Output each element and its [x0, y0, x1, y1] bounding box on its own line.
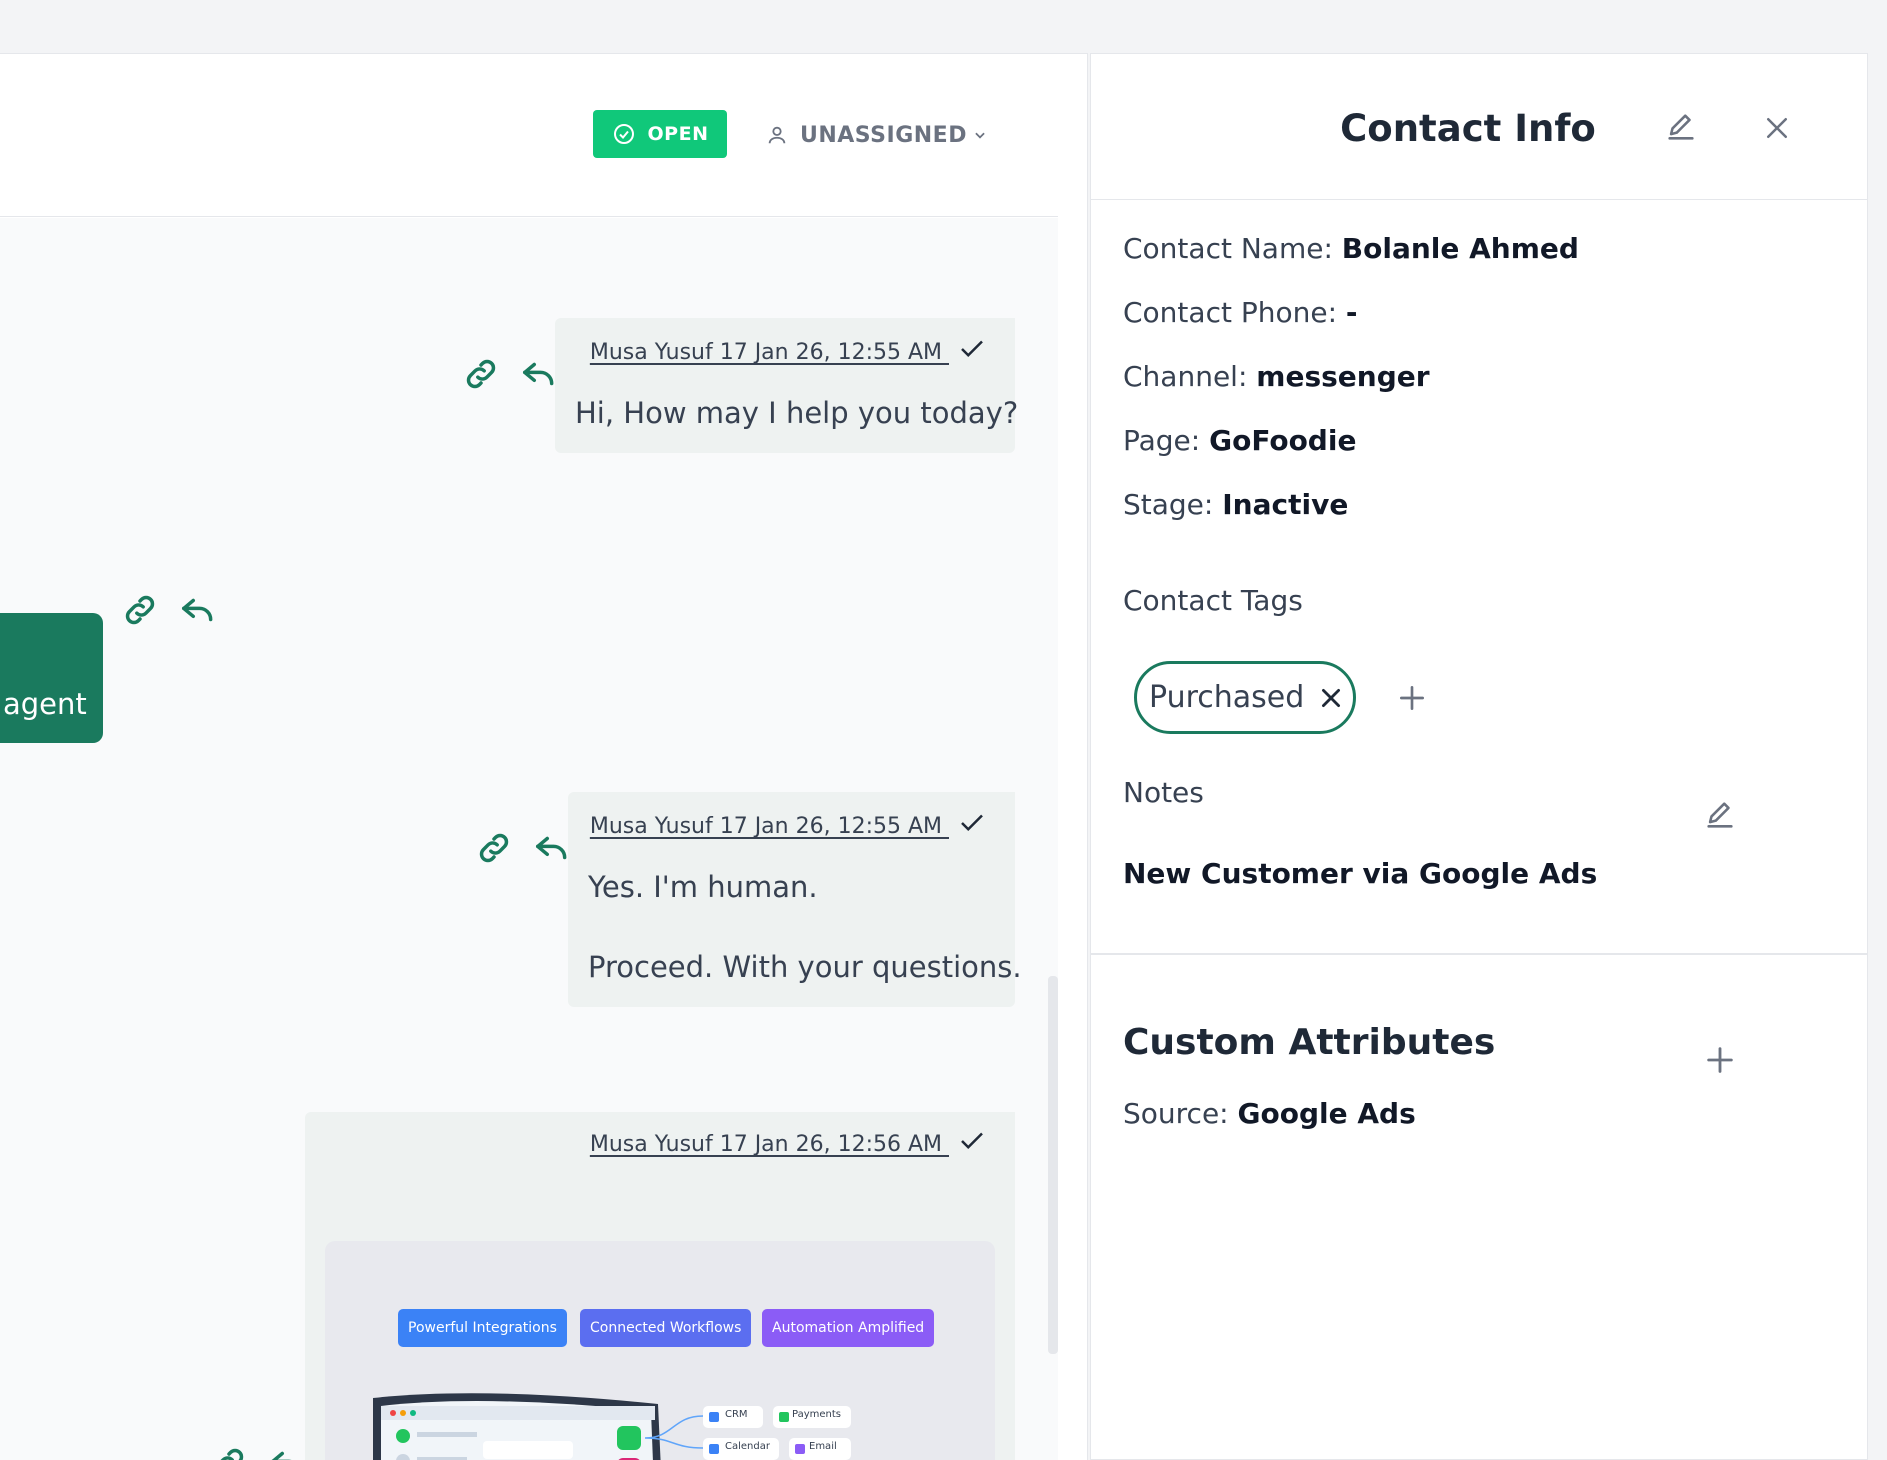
stage-value: Inactive — [1222, 488, 1349, 521]
link-icon[interactable] — [210, 1444, 248, 1460]
link-icon[interactable] — [121, 591, 159, 629]
notes-label: Notes — [1123, 776, 1204, 809]
conversation-panel: OPEN UNASSIGNED Musa Yusuf 17 Jan 26, 12… — [0, 53, 1088, 1460]
panel-title: Contact Info — [1340, 107, 1596, 150]
workflow-illustration — [373, 1393, 851, 1460]
page-field: Page: GoFoodie — [1123, 424, 1357, 457]
assignee-label: UNASSIGNED — [800, 122, 967, 148]
message-text: Proceed. With your questions. — [588, 950, 1022, 984]
notes-value: New Customer via Google Ads — [1123, 857, 1598, 890]
message-meta: Musa Yusuf 17 Jan 26, 12:56 AM — [590, 1132, 987, 1157]
check-icon — [961, 1132, 983, 1150]
close-icon[interactable] — [1762, 113, 1792, 143]
contact-phone-field: Contact Phone: - — [1123, 296, 1358, 329]
custom-attribute-value: Google Ads — [1237, 1097, 1416, 1130]
check-icon — [961, 340, 983, 358]
custom-attribute-row: Source: Google Ads — [1123, 1097, 1416, 1130]
edit-contact-icon[interactable] — [1664, 109, 1698, 145]
contact-name-value: Bolanle Ahmed — [1341, 232, 1579, 265]
preview-card-label: CRM — [725, 1409, 748, 1420]
message-author-time[interactable]: Musa Yusuf 17 Jan 26, 12:55 AM — [590, 340, 949, 365]
preview-card-label: Calendar — [725, 1441, 770, 1452]
window-gutter — [1868, 53, 1887, 1460]
check-circle-icon — [613, 124, 634, 144]
conversation-header: OPEN UNASSIGNED — [0, 54, 1058, 217]
channel-value: messenger — [1256, 360, 1430, 393]
contact-info-panel: Contact Info Contact Name: Bolanle Ahmed… — [1090, 53, 1868, 1460]
contact-tags-label: Contact Tags — [1123, 584, 1303, 617]
page-value: GoFoodie — [1209, 424, 1357, 457]
reply-icon[interactable] — [179, 591, 217, 629]
reply-icon[interactable] — [268, 1444, 306, 1460]
add-attribute-icon[interactable] — [1703, 1043, 1737, 1077]
reply-icon[interactable] — [533, 829, 571, 867]
channel-field: Channel: messenger — [1123, 360, 1430, 393]
incoming-message-bubble: agent — [0, 613, 103, 743]
preview-card-label: Payments — [792, 1409, 841, 1420]
message-text: Hi, How may I help you today? — [575, 396, 1019, 430]
contact-info-header: Contact Info — [1091, 54, 1867, 200]
link-icon[interactable] — [462, 355, 500, 393]
message-actions — [210, 1444, 306, 1460]
message-text: agent — [3, 687, 87, 721]
check-icon — [961, 814, 983, 832]
image-attachment[interactable]: Powerful Integrations Connected Workflow… — [325, 1241, 995, 1460]
tag-chip: Purchased — [1134, 661, 1356, 734]
edit-notes-icon[interactable] — [1703, 797, 1737, 833]
message-author-time[interactable]: Musa Yusuf 17 Jan 26, 12:55 AM — [590, 814, 949, 839]
status-open-button[interactable]: OPEN — [593, 110, 727, 158]
assignee-dropdown[interactable]: UNASSIGNED — [766, 118, 987, 152]
message-actions — [462, 355, 558, 393]
remove-tag-icon[interactable] — [1318, 685, 1344, 711]
preview-card-label: Email — [809, 1441, 837, 1452]
preview-pill: Connected Workflows — [580, 1309, 752, 1347]
message-bubble: Musa Yusuf 17 Jan 26, 12:55 AM Yes. I'm … — [568, 792, 1022, 1007]
section-divider — [1091, 953, 1867, 955]
link-icon[interactable] — [475, 829, 513, 867]
message-meta: Musa Yusuf 17 Jan 26, 12:55 AM — [590, 340, 987, 365]
preview-pill: Powerful Integrations — [398, 1309, 567, 1347]
message-meta: Musa Yusuf 17 Jan 26, 12:55 AM — [590, 814, 987, 839]
message-actions — [121, 591, 217, 629]
user-icon — [768, 126, 786, 144]
status-label: OPEN — [647, 123, 709, 145]
custom-attributes-title: Custom Attributes — [1123, 1022, 1496, 1063]
add-tag-icon[interactable] — [1396, 682, 1428, 714]
message-text: Yes. I'm human. — [588, 870, 818, 904]
reply-icon[interactable] — [520, 355, 558, 393]
message-bubble: Musa Yusuf 17 Jan 26, 12:55 AM Hi, How m… — [555, 318, 1019, 453]
tag-label: Purchased — [1149, 680, 1305, 715]
chevron-down-icon — [975, 132, 985, 139]
scrollbar-thumb[interactable] — [1048, 976, 1058, 1354]
contact-phone-value: - — [1345, 296, 1358, 329]
contact-name-field: Contact Name: Bolanle Ahmed — [1123, 232, 1579, 265]
stage-field: Stage: Inactive — [1123, 488, 1349, 521]
message-actions — [475, 829, 571, 867]
preview-pill: Automation Amplified — [762, 1309, 935, 1347]
message-author-time[interactable]: Musa Yusuf 17 Jan 26, 12:56 AM — [590, 1132, 949, 1157]
